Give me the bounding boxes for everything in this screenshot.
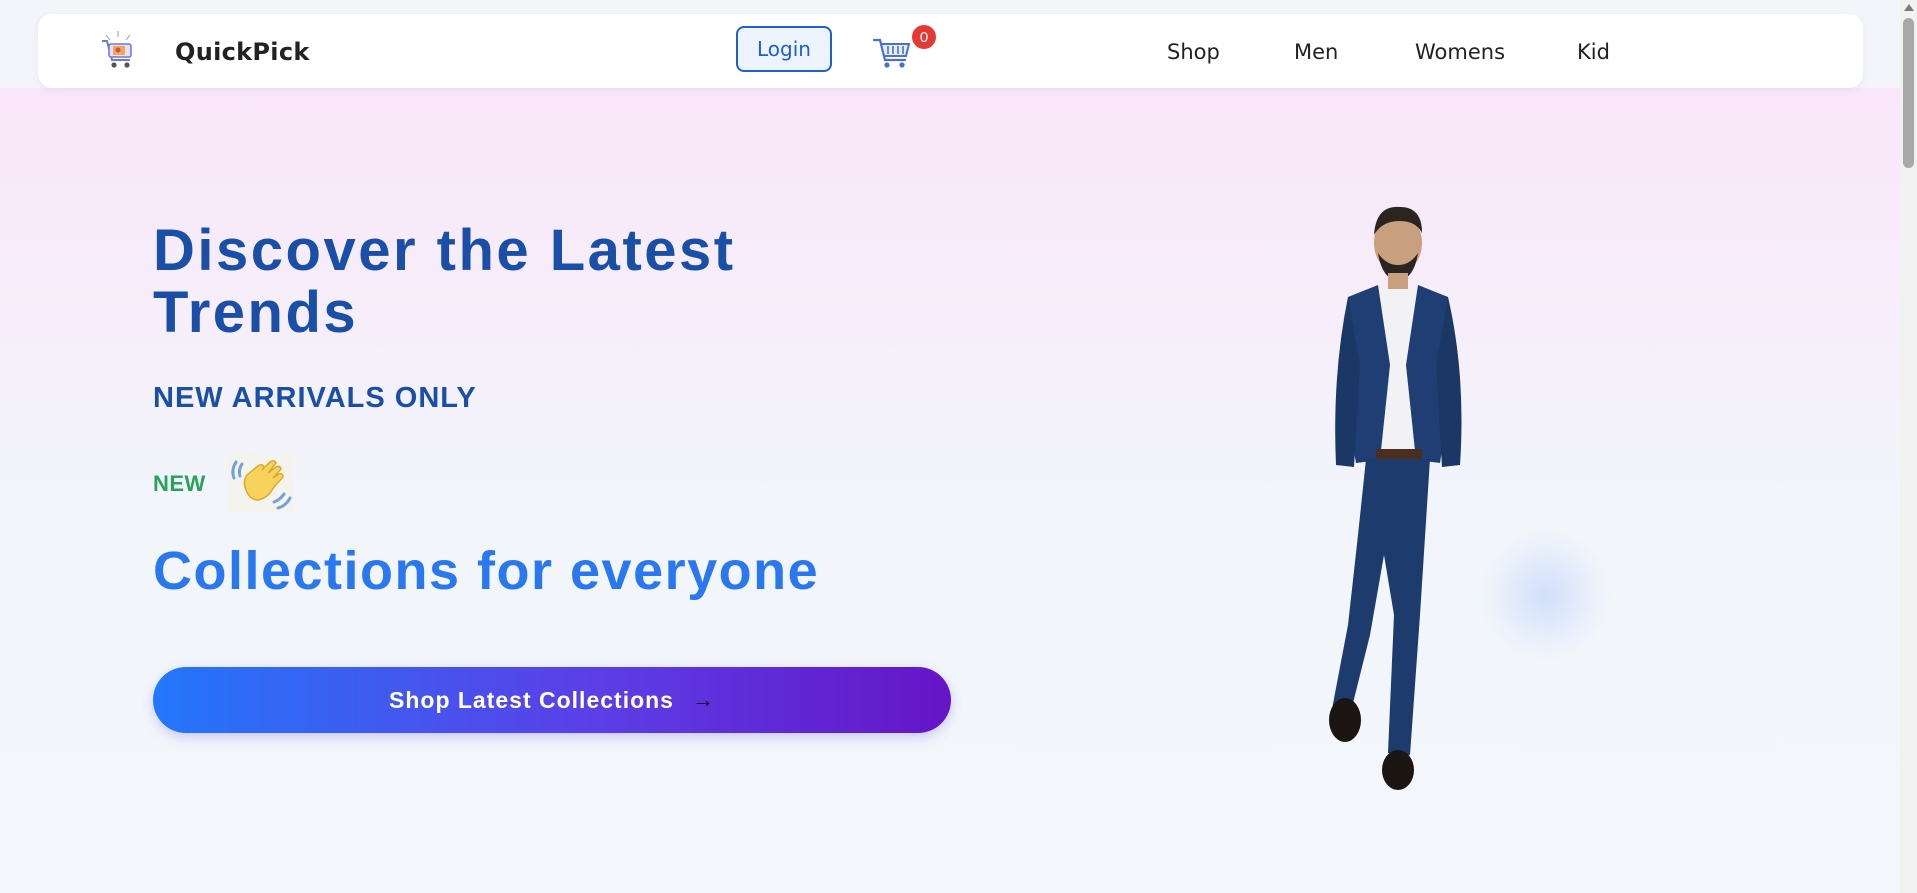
nav-link-kid[interactable]: Kid	[1577, 40, 1610, 64]
scroll-up-arrow-icon[interactable]	[1904, 4, 1914, 11]
hero-subtitle: NEW ARRIVALS ONLY	[153, 382, 477, 414]
navbar: QuickPick Login 0 Shop Men Womens Kid	[38, 14, 1863, 88]
hero-title: Discover the Latest Trends	[153, 218, 736, 345]
login-button[interactable]: Login	[736, 26, 832, 72]
cart-count-badge: 0	[912, 25, 936, 49]
brand-name[interactable]: QuickPick	[175, 38, 310, 66]
nav-link-men[interactable]: Men	[1294, 40, 1338, 64]
collections-tagline: Collections for everyone	[153, 541, 820, 601]
nav-link-shop[interactable]: Shop	[1167, 40, 1220, 64]
new-label: NEW	[153, 471, 206, 496]
scrollbar[interactable]	[1900, 0, 1917, 893]
cta-label: Shop Latest Collections	[389, 686, 674, 713]
cart-icon[interactable]	[872, 32, 912, 72]
waving-hand-icon	[228, 454, 294, 512]
hero-model-image	[1270, 195, 1540, 835]
shopping-cart-logo-icon[interactable]	[96, 29, 140, 73]
arrow-right-icon: →	[691, 687, 715, 712]
nav-link-womens[interactable]: Womens	[1415, 40, 1505, 64]
shop-latest-collections-button[interactable]: Shop Latest Collections →	[153, 667, 951, 733]
scrollbar-thumb[interactable]	[1903, 18, 1914, 168]
